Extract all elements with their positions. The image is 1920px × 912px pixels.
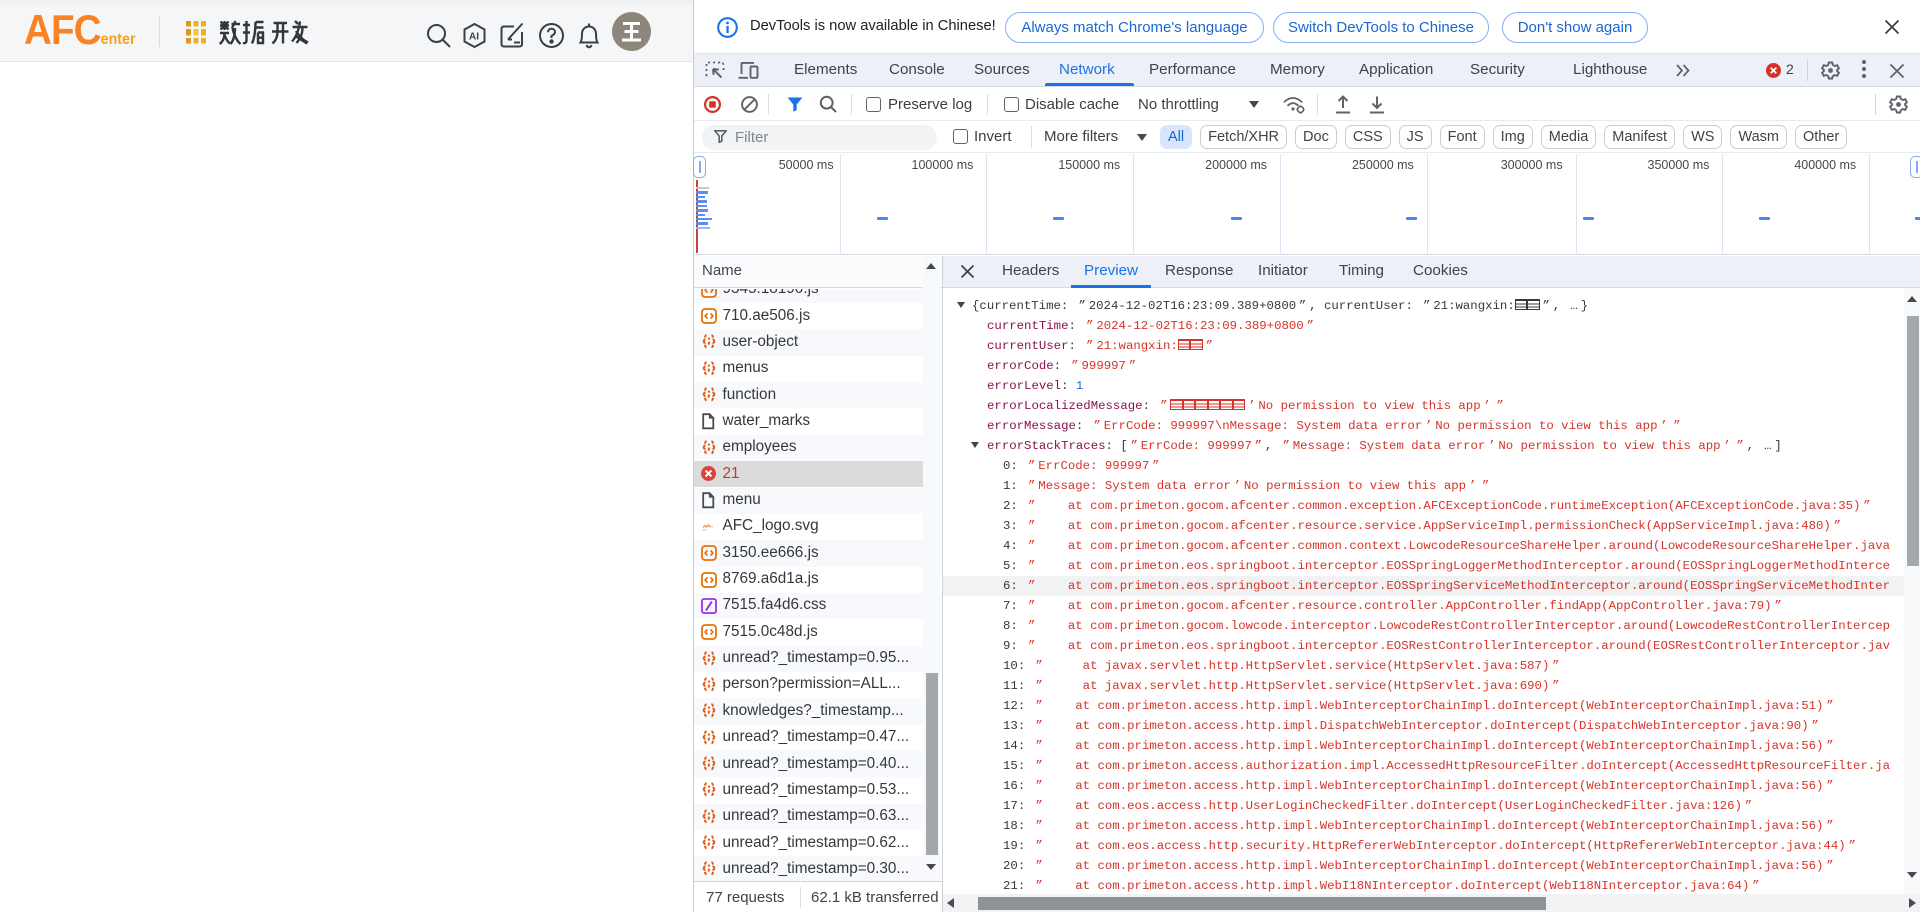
- svg-text:AI: AI: [469, 32, 479, 43]
